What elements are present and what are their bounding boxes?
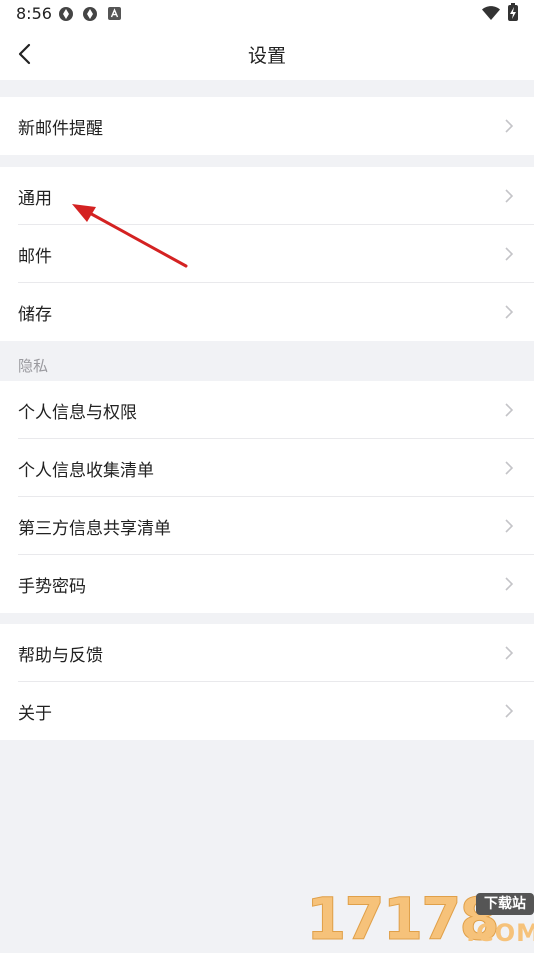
watermark-logo: 17178 下载站 .COM bbox=[306, 885, 534, 953]
chevron-right-icon bbox=[505, 189, 514, 203]
row-label: 新邮件提醒 bbox=[18, 119, 103, 139]
row-label: 个人信息收集清单 bbox=[18, 461, 154, 481]
settings-group-notifications: 新邮件提醒 bbox=[0, 97, 534, 155]
app-notification-icon bbox=[59, 7, 73, 21]
row-personal-info-permissions[interactable]: 个人信息与权限 bbox=[0, 381, 534, 439]
chevron-right-icon bbox=[505, 519, 514, 533]
row-storage[interactable]: 储存 bbox=[0, 283, 534, 341]
chevron-right-icon bbox=[505, 403, 514, 417]
chevron-right-icon bbox=[505, 119, 514, 133]
chevron-right-icon bbox=[505, 646, 514, 660]
row-label: 邮件 bbox=[18, 247, 52, 267]
row-third-party-sharing[interactable]: 第三方信息共享清单 bbox=[0, 497, 534, 555]
nav-bar: 设置 bbox=[0, 28, 534, 80]
settings-group-about: 帮助与反馈 关于 bbox=[0, 624, 534, 740]
row-label: 手势密码 bbox=[18, 577, 86, 597]
page-title: 设置 bbox=[247, 45, 286, 67]
row-help-feedback[interactable]: 帮助与反馈 bbox=[0, 624, 534, 682]
chevron-right-icon bbox=[505, 577, 514, 591]
row-label: 储存 bbox=[18, 305, 52, 325]
watermark-tag: 下载站 bbox=[476, 893, 534, 915]
status-time: 8:56 bbox=[16, 4, 52, 23]
chevron-right-icon bbox=[505, 247, 514, 261]
chevron-right-icon bbox=[505, 305, 514, 319]
status-bar: 8:56 bbox=[0, 0, 534, 28]
a-notification-icon bbox=[108, 7, 121, 20]
watermark-suffix: .COM bbox=[466, 919, 534, 947]
chevron-right-icon bbox=[505, 461, 514, 475]
row-label: 帮助与反馈 bbox=[18, 646, 103, 666]
section-header-privacy: 隐私 bbox=[18, 357, 49, 375]
row-about[interactable]: 关于 bbox=[0, 682, 534, 740]
row-label: 个人信息与权限 bbox=[18, 403, 137, 423]
app-notification-icon-2 bbox=[83, 7, 97, 21]
row-personal-info-collection[interactable]: 个人信息收集清单 bbox=[0, 439, 534, 497]
wifi-icon bbox=[482, 6, 500, 20]
annotation-arrow-icon bbox=[72, 204, 188, 268]
row-label: 关于 bbox=[18, 704, 52, 724]
row-new-mail-alert[interactable]: 新邮件提醒 bbox=[0, 97, 534, 155]
chevron-right-icon bbox=[505, 704, 514, 718]
row-label: 通用 bbox=[18, 189, 52, 209]
battery-icon bbox=[508, 3, 518, 21]
settings-group-privacy: 个人信息与权限 个人信息收集清单 第三方信息共享清单 手势密码 bbox=[0, 381, 534, 613]
row-label: 第三方信息共享清单 bbox=[18, 519, 171, 539]
row-gesture-password[interactable]: 手势密码 bbox=[0, 555, 534, 613]
